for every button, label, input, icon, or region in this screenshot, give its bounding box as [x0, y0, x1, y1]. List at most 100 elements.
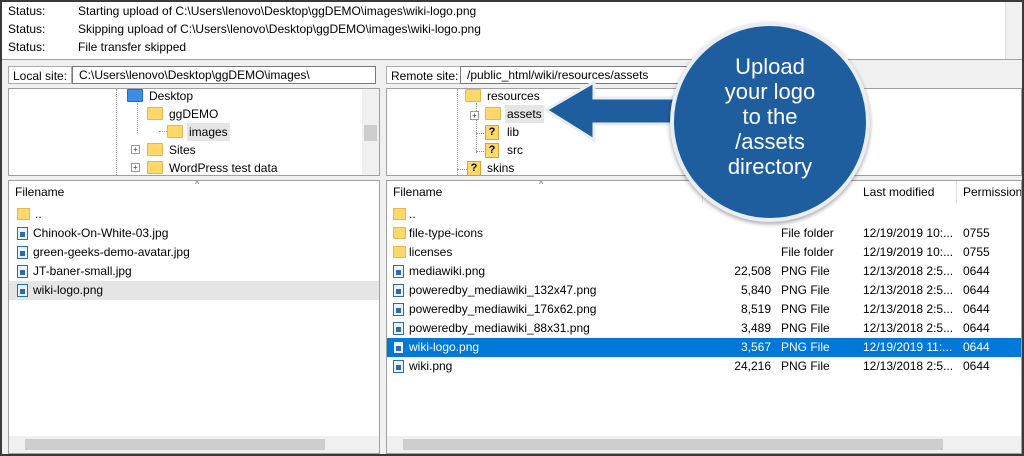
table-row[interactable]: mediawiki.png 22,508 PNG File 12/13/2018… — [387, 262, 1021, 281]
list-item-selected[interactable]: wiki-logo.png — [9, 281, 379, 300]
file-modified: 12/13/2018 2:5... — [863, 283, 954, 297]
image-file-icon — [17, 284, 28, 297]
file-permissions: 0644 — [963, 321, 990, 335]
callout-line: your logo — [724, 79, 816, 104]
folder-icon — [485, 107, 501, 120]
folder-icon — [147, 143, 163, 156]
file-type: PNG File — [781, 302, 830, 316]
tree-node-label: WordPress test data — [169, 161, 278, 175]
folder-icon — [167, 125, 183, 138]
local-directory-tree: Desktop ggDEMO images + Sites + WordPres… — [8, 88, 380, 176]
file-name: green-geeks-demo-avatar.jpg — [33, 245, 190, 259]
file-name: JT-baner-small.jpg — [33, 264, 132, 278]
file-type: PNG File — [781, 321, 830, 335]
file-name: poweredby_mediawiki_88x31.png — [409, 321, 590, 335]
local-site-label: Local site: — [8, 66, 73, 84]
tree-node-label: Desktop — [149, 89, 194, 103]
table-row[interactable]: .. — [387, 205, 1021, 224]
message-log: Status: Starting upload of C:\Users\leno… — [2, 2, 1022, 60]
file-type: File folder — [781, 245, 834, 259]
local-file-list: Filename ^ .. Chinook-On-White-03.jpg gr… — [8, 180, 380, 454]
file-type: File folder — [781, 226, 834, 240]
local-site-bar: Local site: C:\Users\lenovo\Desktop\ggDE… — [2, 62, 382, 88]
column-header-label: Filename — [15, 185, 65, 199]
scroll-thumb[interactable] — [364, 125, 377, 141]
file-name: .. — [35, 207, 42, 221]
table-row[interactable]: licenses File folder 12/19/2019 10:... 0… — [387, 243, 1021, 262]
tree-node-label: images — [187, 123, 230, 141]
tree-node-label: src — [507, 143, 523, 157]
log-label: Status: — [8, 22, 46, 36]
image-file-icon — [393, 265, 404, 278]
file-permissions: 0755 — [963, 245, 990, 259]
column-header-last-modified[interactable]: Last modified — [857, 181, 957, 203]
file-modified: 12/13/2018 2:5... — [863, 302, 954, 316]
log-scrollbar[interactable] — [1005, 2, 1022, 59]
tree-node-label: Sites — [169, 143, 196, 157]
expand-icon[interactable]: + — [131, 145, 140, 154]
table-row[interactable]: poweredby_mediawiki_176x62.png 8,519 PNG… — [387, 300, 1021, 319]
local-list-horizontal-scrollbar[interactable] — [9, 436, 379, 453]
file-permissions: 0644 — [963, 340, 990, 354]
file-name: poweredby_mediawiki_176x62.png — [409, 302, 597, 316]
sort-ascending-icon: ^ — [195, 180, 200, 189]
file-name: file-type-icons — [409, 226, 484, 240]
table-row[interactable]: file-type-icons File folder 12/19/2019 1… — [387, 224, 1021, 243]
callout-line: Upload — [735, 54, 805, 79]
folder-icon — [393, 208, 406, 220]
tree-node-label: assets — [505, 105, 544, 123]
log-message: File transfer skipped — [78, 40, 187, 54]
list-item[interactable]: JT-baner-small.jpg — [9, 262, 379, 281]
table-row[interactable]: poweredby_mediawiki_132x47.png 5,840 PNG… — [387, 281, 1021, 300]
image-file-icon — [17, 265, 28, 278]
file-modified: 12/19/2019 10:... — [863, 245, 954, 259]
file-modified: 12/13/2018 2:5... — [863, 359, 954, 373]
desktop-folder-icon — [127, 89, 143, 102]
ftp-client-window: Status: Starting upload of C:\Users\leno… — [0, 0, 1024, 456]
column-header-label: Last modified — [863, 185, 935, 199]
image-file-icon — [393, 284, 404, 297]
list-item[interactable]: Chinook-On-White-03.jpg — [9, 224, 379, 243]
file-name: wiki-logo.png — [33, 283, 104, 297]
folder-icon — [393, 246, 406, 258]
column-header-filename[interactable]: Filename ^ — [387, 181, 703, 203]
file-size: 22,508 — [734, 264, 771, 278]
folder-icon — [147, 107, 163, 120]
folder-icon — [465, 89, 481, 102]
list-item[interactable]: .. — [9, 205, 379, 224]
file-size: 5,840 — [740, 283, 771, 297]
expand-icon[interactable]: + — [470, 111, 479, 120]
file-permissions: 0644 — [963, 264, 990, 278]
log-message: Skipping upload of C:\Users\lenovo\Deskt… — [78, 22, 481, 36]
remote-list-horizontal-scrollbar[interactable] — [387, 436, 1021, 453]
column-header-permissions[interactable]: Permissions — [957, 181, 1021, 203]
log-label: Status: — [8, 40, 46, 54]
unknown-folder-icon: ? — [467, 161, 481, 175]
callout-line: to the — [742, 104, 798, 129]
table-row[interactable]: wiki.png 24,216 PNG File 12/13/2018 2:5.… — [387, 357, 1021, 376]
table-row[interactable]: poweredby_mediawiki_88x31.png 3,489 PNG … — [387, 319, 1021, 338]
tree-node-label: ggDEMO — [169, 107, 219, 121]
tree-node-label: skins — [487, 161, 515, 175]
file-name: Chinook-On-White-03.jpg — [33, 226, 169, 240]
file-size: 24,216 — [734, 359, 771, 373]
local-tree-scrollbar[interactable] — [362, 89, 379, 175]
folder-icon — [393, 227, 406, 239]
image-file-icon — [17, 227, 28, 240]
table-row-selected[interactable]: wiki-logo.png 3,567 PNG File 12/19/2019 … — [387, 338, 1021, 357]
file-modified: 12/19/2019 10:... — [863, 226, 954, 240]
expand-icon[interactable]: + — [131, 163, 140, 172]
list-item[interactable]: green-geeks-demo-avatar.jpg — [9, 243, 379, 262]
image-file-icon — [393, 303, 404, 316]
scroll-thumb[interactable] — [25, 439, 325, 450]
local-site-path-input[interactable]: C:\Users\lenovo\Desktop\ggDEMO\images\ — [72, 66, 376, 84]
file-name: wiki-logo.png — [409, 340, 480, 354]
file-name: .. — [409, 207, 416, 221]
scroll-thumb[interactable] — [403, 439, 943, 450]
remote-file-list: Filename ^ Last modified Permissions .. … — [386, 180, 1022, 454]
image-file-icon — [393, 341, 404, 354]
callout-line: directory — [727, 154, 813, 179]
log-message: Starting upload of C:\Users\lenovo\Deskt… — [78, 4, 477, 18]
column-header-filename[interactable]: Filename ^ — [9, 180, 379, 203]
file-modified: 12/13/2018 2:5... — [863, 321, 954, 335]
